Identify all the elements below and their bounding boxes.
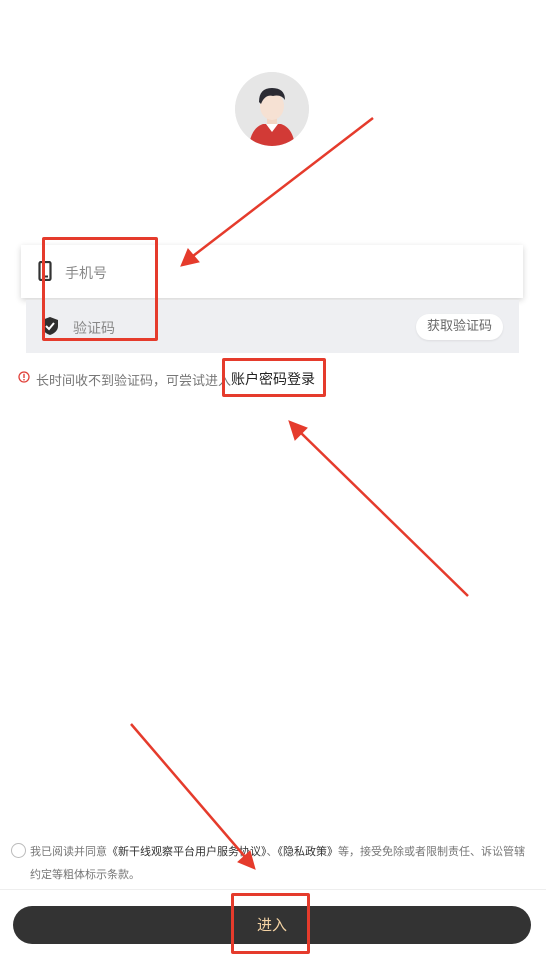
agree-radio[interactable] — [11, 843, 26, 858]
arrow-head-link — [288, 420, 308, 441]
agreement-separator: 、 — [266, 845, 278, 858]
highlight-box-phone — [42, 237, 158, 341]
get-code-button[interactable]: 获取验证码 — [415, 314, 503, 340]
highlight-box-enter — [231, 893, 310, 954]
alert-icon — [18, 371, 30, 387]
highlight-box-link — [222, 358, 326, 397]
avatar — [235, 72, 309, 146]
arrow-to-link — [299, 431, 469, 597]
agreement-prefix: 我已阅读并同意 — [30, 845, 107, 858]
agreement: 我已阅读并同意《新干线观察平台用户服务协议》、《隐私政策》等，接受免除或者限制责… — [11, 840, 531, 886]
service-agreement-link[interactable]: 《新干线观察平台用户服务协议》 — [107, 845, 267, 858]
privacy-policy-link[interactable]: 《隐私政策》 — [278, 845, 339, 858]
avatar-illustration — [235, 72, 309, 146]
tip-text: 长时间收不到验证码，可尝试进入 — [36, 373, 232, 389]
agreement-text: 我已阅读并同意《新干线观察平台用户服务协议》、《隐私政策》等，接受免除或者限制责… — [30, 840, 531, 886]
arrow-to-enter — [130, 723, 247, 859]
